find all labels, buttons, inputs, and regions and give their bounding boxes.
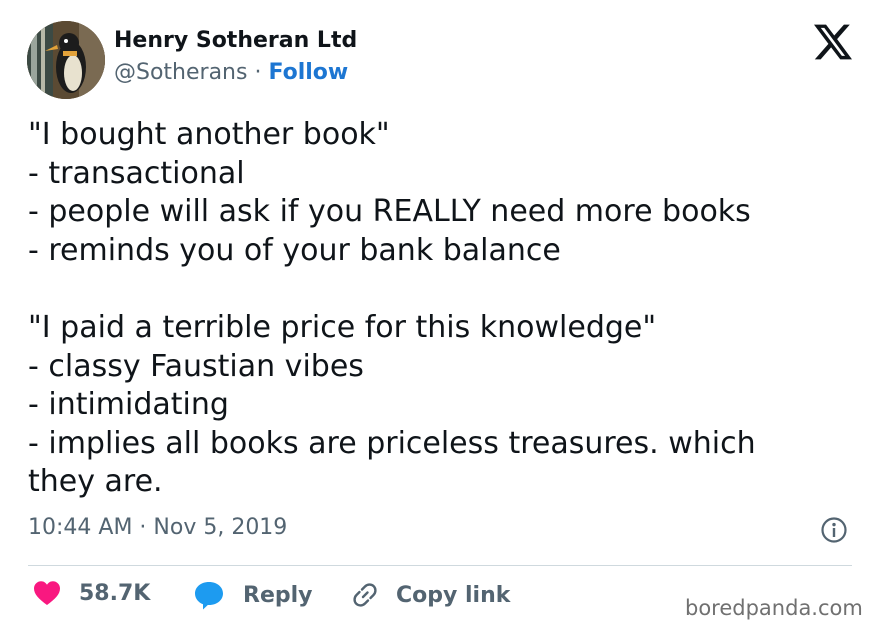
tweet-timestamp[interactable]: 10:44 AM · Nov 5, 2019 <box>28 515 287 540</box>
heart-icon <box>34 581 60 605</box>
author-avatar[interactable] <box>27 21 105 99</box>
meta-separator: · <box>254 60 262 85</box>
tweet-line: - reminds you of your bank balance <box>28 232 561 268</box>
reply-button[interactable]: Reply <box>193 580 313 610</box>
x-logo-icon[interactable] <box>814 24 852 60</box>
author-display-name[interactable]: Henry Sotheran Ltd <box>114 28 357 53</box>
tweet-line: - people will ask if you REALLY need mor… <box>28 194 751 230</box>
tweet-line: "I paid a terrible price for this knowle… <box>28 309 657 345</box>
author-handle[interactable]: @Sotherans <box>114 60 247 85</box>
tweet-line: "I bought another book" <box>28 117 390 152</box>
link-icon <box>353 583 377 607</box>
author-meta: @Sotherans · Follow <box>114 60 348 85</box>
tweet-line: - implies all books are priceless treasu… <box>28 425 756 461</box>
like-count: 58.7K <box>79 580 151 606</box>
copy-link-label: Copy link <box>396 582 511 608</box>
like-button[interactable]: 58.7K <box>33 580 150 606</box>
divider <box>28 565 852 566</box>
tweet-line: they are. <box>28 464 163 500</box>
copy-link-button[interactable]: Copy link <box>350 580 510 610</box>
reply-label: Reply <box>243 582 313 608</box>
tweet-line: - transactional <box>28 155 245 191</box>
watermark: boredpanda.com <box>685 596 863 620</box>
follow-button[interactable]: Follow <box>268 60 348 85</box>
info-icon[interactable] <box>820 516 848 544</box>
tweet-line: - intimidating <box>28 387 229 423</box>
reply-bubble-icon <box>195 582 223 610</box>
penguin-avatar-icon <box>27 21 105 99</box>
tweet-text: "I bought another book" - transactional … <box>28 116 848 502</box>
tweet-line: - classy Faustian vibes <box>28 348 364 384</box>
